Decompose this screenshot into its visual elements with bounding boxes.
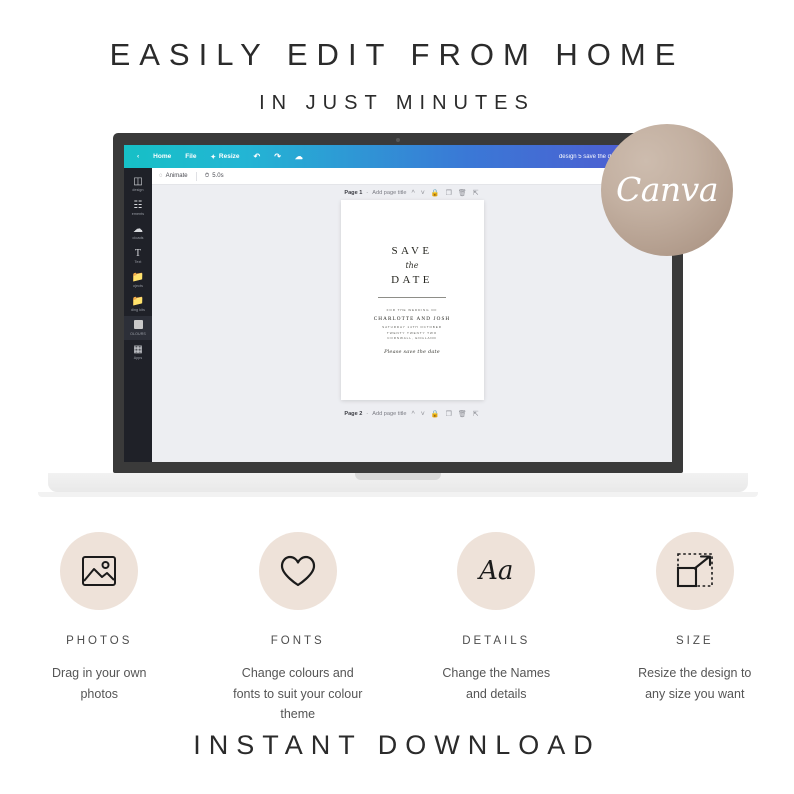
text-icon: T [134,248,142,259]
undo-icon[interactable]: ↶ [247,152,268,161]
lock-icon[interactable]: 🔒 [430,189,441,197]
canva-sub-toolbar: ◌ Animate ⏱ 5.0s [152,168,672,185]
invitation-wedding-line: FOR THE WEDDING OF [386,307,438,312]
duplicate-icon[interactable]: ❐ [445,189,453,197]
canva-wordmark: Canva [616,169,719,209]
trash-icon[interactable]: 🗑 [457,410,468,418]
photos-icon-circle [60,532,139,610]
toolbar-divider [195,171,197,181]
sidebar-item-projects[interactable]: 📁 ojects [124,268,152,292]
sidebar-item-text[interactable]: T Text [124,244,152,268]
canva-workspace: ◌ Animate ⏱ 5.0s Page 1 - Add page title… [152,168,672,462]
sidebar-item-uploads[interactable]: ☁ oloads [124,220,152,244]
cloud-save-icon[interactable]: ☁ [288,152,310,161]
invitation-signature: Please save the date [384,349,440,356]
canvas-area: Page 1 - Add page title ^ ˅ 🔒 ❐ 🗑 ⇱ SAVE… [152,185,672,462]
topbar-home-button[interactable]: Home [146,153,178,160]
feature-row: PHOTOS Drag in your own photos FONTS Cha… [0,532,794,725]
page-1-number: Page 1 [344,190,363,196]
page-1-add-title[interactable]: Add page title [372,190,406,196]
topbar-resize-button[interactable]: ✦ Resize [203,153,246,161]
design-canvas-page-1[interactable]: SAVE the DATE FOR THE WEDDING OF CHARLOT… [340,200,484,400]
sidebar-item-apps[interactable]: ▦ Apps [124,340,152,364]
invitation-divider [378,296,446,298]
laptop-base [48,473,748,492]
feature-size: SIZE Resize the design to any size you w… [596,532,794,725]
redo-icon[interactable]: ↷ [267,152,288,161]
invitation-place: CORNWALL, ENGLAND [387,336,437,341]
colours-swatch-icon [124,320,152,331]
chevron-up-icon[interactable]: ^ [410,411,415,418]
sparkle-icon: ✦ [210,153,216,161]
image-icon [82,556,117,586]
chevron-down-icon[interactable]: ˅ [420,411,426,418]
animate-icon: ◌ [159,173,163,179]
invitation-save-text: SAVE [391,244,433,257]
back-icon[interactable]: ‹ [130,153,146,160]
laptop-mockup: ‹ Home File ✦ Resize ↶ ↷ ☁ design 5 save… [38,133,758,497]
feature-details: Aa DETAILS Change the Names and details [397,532,596,725]
poster-root: EASILY EDIT FROM HOME IN JUST MINUTES ‹ … [0,0,794,794]
aa-text-icon: Aa [479,556,514,586]
branding-kit-icon: 📁 [131,296,145,307]
details-icon-circle: Aa [457,532,536,610]
uploads-icon: ☁ [132,224,144,235]
sidebar-item-elements[interactable]: ☷ ements [124,196,152,220]
elements-icon: ☷ [133,200,143,211]
canva-topbar: ‹ Home File ✦ Resize ↶ ↷ ☁ design 5 save… [124,145,672,168]
chevron-up-icon[interactable]: ^ [410,190,415,197]
feature-size-label: SIZE [675,635,714,647]
page-2-header: Page 2 - Add page title ^ ˅ 🔒 ❐ 🗑 ⇱ [152,406,672,421]
feature-photos: PHOTOS Drag in your own photos [0,532,199,725]
webcam-icon [396,138,400,142]
sidebar-item-colours[interactable]: OLOURS [124,316,152,340]
feature-fonts: FONTS Change colours and fonts to suit y… [199,532,398,725]
lock-icon[interactable]: 🔒 [430,410,441,418]
canva-sidebar: ◫ design ☷ ements ☁ oloads T Text 📁 ojec… [124,168,152,462]
fonts-icon-circle [258,532,337,610]
laptop-lid: ‹ Home File ✦ Resize ↶ ↷ ☁ design 5 save… [113,133,683,473]
page-2-dash: - [366,411,369,417]
export-icon[interactable]: ⇱ [472,410,480,418]
invitation-design: SAVE the DATE FOR THE WEDDING OF CHARLOT… [341,245,484,356]
sidebar-item-branding-kits[interactable]: 📁 ding kits [124,292,152,316]
sidebar-item-design[interactable]: ◫ design [124,172,152,196]
feature-size-description: Resize the design to any size you want [638,666,752,701]
duplicate-icon[interactable]: ❐ [445,410,453,418]
laptop-screen: ‹ Home File ✦ Resize ↶ ↷ ☁ design 5 save… [124,145,672,462]
size-icon-circle [655,532,734,610]
heart-icon [280,555,315,587]
apps-grid-icon: ▦ [133,344,143,355]
headline-primary: EASILY EDIT FROM HOME [109,37,685,72]
headline-secondary: IN JUST MINUTES [259,91,535,114]
invitation-date-text: DATE [391,273,433,286]
trash-icon[interactable]: 🗑 [457,189,468,197]
feature-photos-description: Drag in your own photos [52,666,147,701]
page-1-dash: - [366,190,369,196]
canva-logo-badge: Canva [601,124,733,256]
feature-details-label: DETAILS [462,635,531,647]
feature-photos-label: PHOTOS [66,635,133,647]
export-icon[interactable]: ⇱ [472,189,480,197]
topbar-file-button[interactable]: File [178,153,203,160]
invitation-names: CHARLOTTE AND JOSH [373,316,451,323]
resize-icon [676,553,713,588]
feature-details-description: Change the Names and details [442,666,551,701]
canva-body: ◫ design ☷ ements ☁ oloads T Text 📁 ojec… [124,168,672,462]
invitation-the-text: the [405,260,419,270]
feature-fonts-description: Change colours and fonts to suit your co… [233,666,363,722]
animate-button[interactable]: ◌ Animate [159,173,188,179]
duration-button[interactable]: ⏱ 5.0s [205,173,224,180]
design-icon: ◫ [133,176,143,187]
page-1-header: Page 1 - Add page title ^ ˅ 🔒 ❐ 🗑 ⇱ [152,185,672,200]
headline-block: EASILY EDIT FROM HOME IN JUST MINUTES [0,36,794,115]
projects-icon: 📁 [131,272,145,283]
feature-fonts-label: FONTS [270,635,325,647]
page-2-add-title[interactable]: Add page title [372,411,406,417]
laptop-foot [38,492,758,497]
timer-icon: ⏱ [204,172,210,179]
footer-headline: INSTANT DOWNLOAD [193,730,601,760]
chevron-down-icon[interactable]: ˅ [420,190,426,197]
page-2-number: Page 2 [344,411,363,417]
